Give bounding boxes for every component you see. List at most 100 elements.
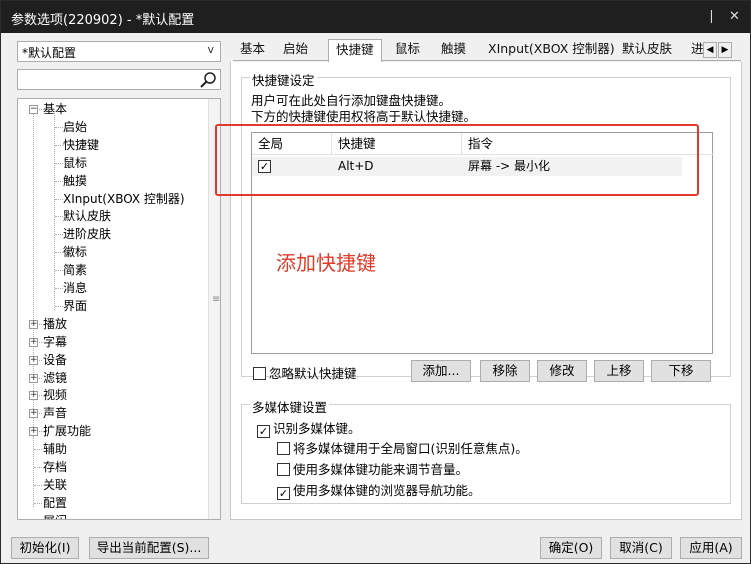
recognize-checkbox-box[interactable]: ✓ [257,425,270,438]
tree-branch-line [55,162,63,164]
move-down-button[interactable]: 下移 [651,360,711,382]
tree-guide-line [54,113,55,310]
collapse-icon[interactable]: − [29,105,38,114]
preferences-window: 参数选项(220902) - *默认配置 ❘ ✕ *默认配置 v ≡ 基本 − 启始… [0,0,751,564]
tab-2[interactable]: 快捷键 [328,39,382,62]
volume-checkbox-box[interactable] [277,463,290,476]
tree-branch-line [55,252,63,254]
apply-button[interactable]: 应用(A) [680,537,742,559]
tree-item[interactable]: 启始 [63,118,87,136]
expand-icon[interactable]: + [29,355,38,365]
hotkey-group-title: 快捷键设定 [250,70,317,89]
search-input[interactable] [17,69,221,90]
browser-checkbox-box[interactable]: ✓ [277,487,290,500]
tree-item[interactable]: 进阶皮肤 [63,225,111,243]
tree-item[interactable]: 触摸 [63,172,87,190]
window-title: 参数选项(220902) - *默认配置 [11,13,195,28]
tree-item[interactable]: 简素 [63,261,87,279]
global-checkbox-box[interactable] [277,442,290,455]
tree-item[interactable]: 存档 [43,458,67,476]
multimedia-browser-checkbox[interactable]: ✓ 使用多媒体键的浏览器导航功能。 [277,480,481,500]
tab-scroll-left-icon[interactable]: ◀ [703,42,717,58]
multimedia-browser-label: 使用多媒体键的浏览器导航功能。 [293,483,481,498]
tree-item[interactable]: 字幕 [43,333,67,351]
tab-strip: 进默认皮肤 XInput(XBOX 控制器) 触摸 鼠标 快捷键 启始 基本 ◀ ▶ [233,39,741,62]
tree-branch-line [55,198,63,200]
search-icon[interactable] [198,71,218,88]
tree-item[interactable]: 辅助 [43,440,67,458]
tree-item[interactable]: 徽标 [63,243,87,261]
init-button[interactable]: 初始化(I) [11,537,79,559]
tree-item[interactable]: 关联 [43,476,67,494]
tab-0[interactable]: 基本 [233,39,272,61]
profile-select[interactable]: *默认配置 v [17,41,221,62]
tree-item[interactable]: 扩展功能 [43,422,91,440]
add-button[interactable]: 添加... [411,360,471,382]
move-up-button[interactable]: 上移 [594,360,644,382]
multimedia-volume-checkbox[interactable]: 使用多媒体键功能来调节音量。 [277,459,468,478]
ignore-default-hotkeys-checkbox[interactable]: 忽略默认快捷键 [253,363,357,382]
expand-icon[interactable]: + [29,427,38,437]
expand-icon[interactable]: + [29,373,38,383]
tree-item[interactable]: 基本 [43,100,67,118]
tree-branch-line [55,270,63,272]
tab-1[interactable]: 启始 [276,39,315,61]
tree-root-guide-line [33,113,34,507]
tree-branch-line [34,502,42,504]
expand-icon[interactable]: + [29,319,38,329]
tree-item[interactable]: 展闪 [43,512,67,519]
tree-item[interactable]: 默认皮肤 [63,207,111,225]
tree-item[interactable]: 滤镜 [43,369,67,387]
tree-item[interactable]: 声音 [43,404,67,422]
tree-branch-line [55,288,63,289]
recognize-multimedia-checkbox[interactable]: ✓ 识别多媒体键。 [257,418,361,438]
hotkey-description-2: 下方的快捷键使用权将高于默认快捷键。 [251,109,477,124]
chevron-down-icon: v [207,43,214,56]
multimedia-global-checkbox[interactable]: 将多媒体键用于全局窗口(识别任意焦点)。 [277,438,528,457]
expand-icon[interactable]: + [29,337,38,347]
tree-item[interactable]: 播放 [43,315,67,333]
ok-button[interactable]: 确定(O) [540,537,602,559]
profile-select-value: *默认配置 [22,46,77,60]
ignore-default-checkbox-box[interactable] [253,367,266,380]
cancel-button[interactable]: 取消(C) [610,537,672,559]
tab-6[interactable]: 默认皮肤 [615,39,679,61]
modify-button[interactable]: 修改 [537,360,587,382]
tree-item[interactable]: 鼠标 [63,154,87,172]
tree-branch-line [55,305,63,307]
tree-item[interactable]: 界面 [63,297,87,315]
recognize-label: 识别多媒体键。 [273,421,361,436]
tree-branch-line [34,484,42,486]
dialog-body: *默认配置 v ≡ 基本 − 启始 快捷键 鼠标 触摸 XInput(XBOX 控制器) 默认… [7,35,744,526]
tab-4[interactable]: 触摸 [434,39,473,61]
tree-branch-line [55,180,63,182]
tree-item[interactable]: 设备 [43,351,67,369]
tree-item[interactable]: 视频 [43,386,67,404]
multimedia-volume-label: 使用多媒体键功能来调节音量。 [293,462,469,477]
title-bar: 参数选项(220902) - *默认配置 ❘ ✕ [1,1,750,33]
tree-item[interactable]: 消息 [63,279,87,297]
tree-branch-line [34,449,42,451]
tree-branch-line [55,144,63,146]
tree-branch-line [55,234,63,236]
pin-icon[interactable]: ❘ [706,9,717,24]
tree-item[interactable]: 配置 [43,494,67,512]
tab-scroll-right-icon[interactable]: ▶ [718,42,732,58]
multimedia-group-title: 多媒体键设置 [250,397,330,416]
tree-item[interactable]: 快捷键 [63,136,99,154]
annotation-label: 添加快捷键 [276,251,376,275]
export-config-button[interactable]: 导出当前配置(S)... [89,537,209,559]
multimedia-global-label: 将多媒体键用于全局窗口(识别任意焦点)。 [293,441,528,456]
expand-icon[interactable]: + [29,409,38,419]
tab-3[interactable]: 鼠标 [388,39,427,61]
expand-icon[interactable]: + [29,391,38,401]
tree-branch-line [34,467,42,468]
settings-tree[interactable]: ≡ 基本 − 启始 快捷键 鼠标 触摸 XInput(XBOX 控制器) 默认皮肤 进阶皮肤 徽标… [17,98,221,520]
tree-item[interactable]: XInput(XBOX 控制器) [63,190,185,208]
annotation-highlight-box [215,124,699,196]
ignore-default-label: 忽略默认快捷键 [269,366,357,381]
remove-button[interactable]: 移除 [480,360,530,382]
tab-5[interactable]: XInput(XBOX 控制器) [481,39,622,61]
close-icon[interactable]: ✕ [729,9,740,24]
tree-branch-line [55,216,63,218]
